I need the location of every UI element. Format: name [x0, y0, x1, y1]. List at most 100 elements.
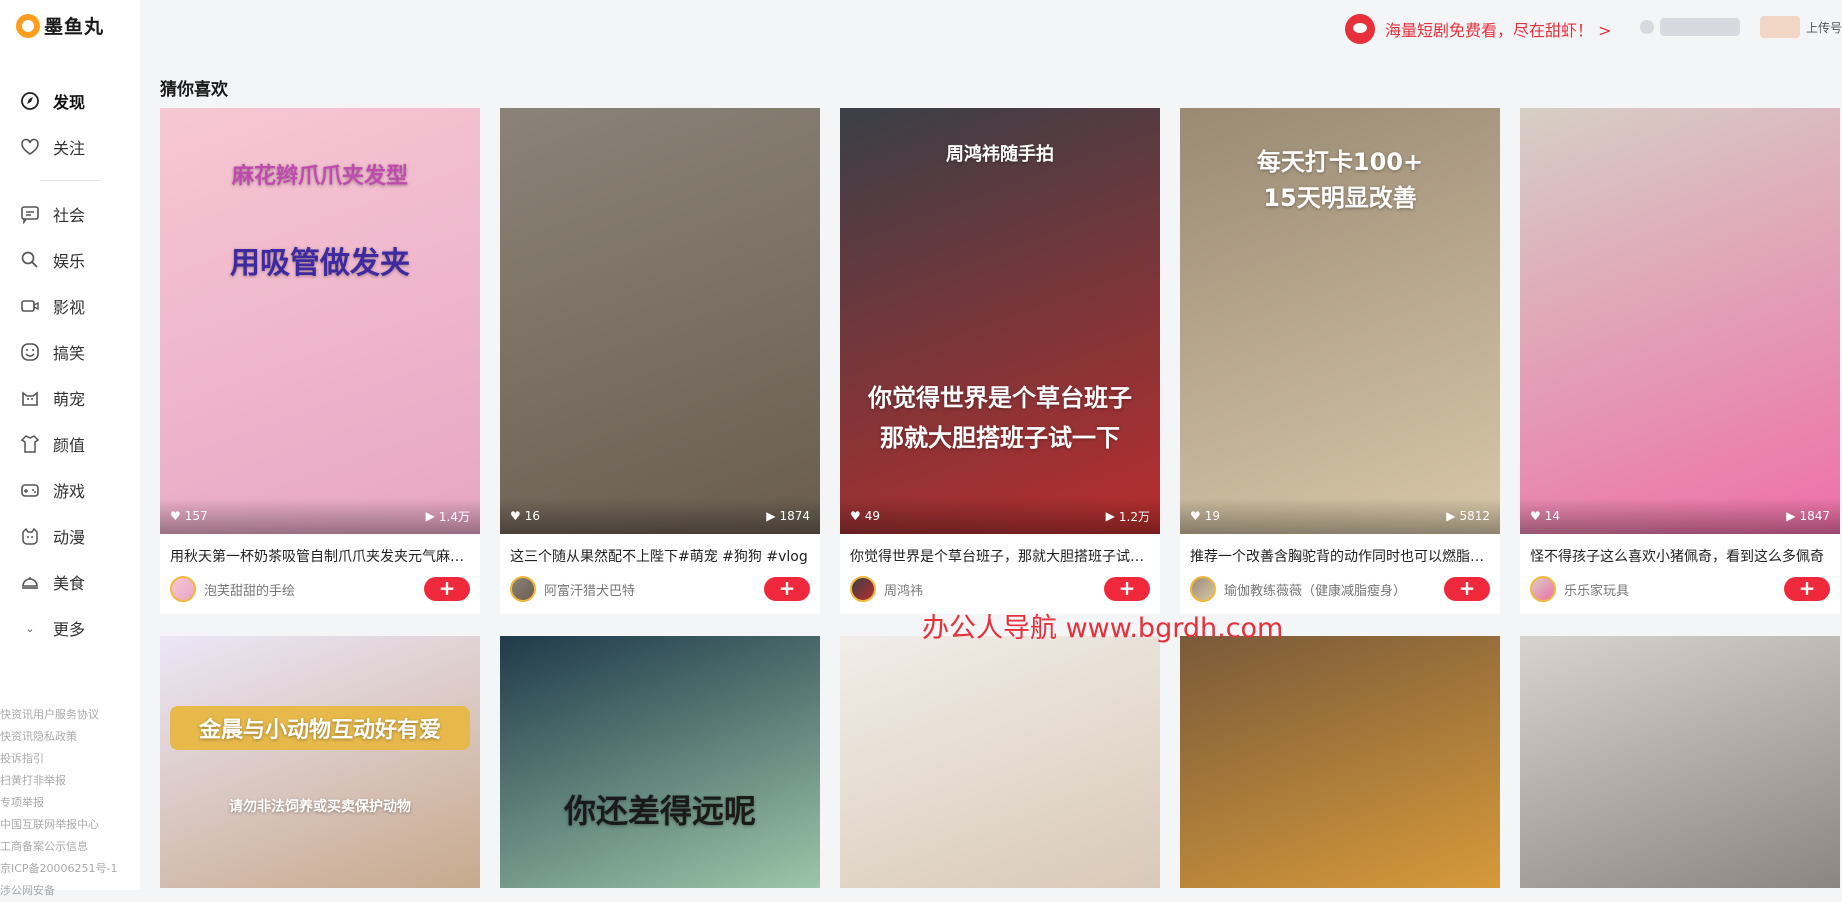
- play-icon: ▶: [425, 509, 435, 523]
- video-thumbnail[interactable]: 每天打卡100+ 15天明显改善 ♥ 19 ▶ 5812: [1180, 108, 1500, 534]
- avatar[interactable]: [1530, 576, 1556, 602]
- thumbnail-caption: 你觉得世界是个草台班子: [868, 384, 1132, 412]
- play-icon: ▶: [766, 509, 776, 523]
- footer-link[interactable]: 工商备案公示信息: [0, 836, 140, 858]
- logo-icon: [16, 13, 40, 38]
- follow-button[interactable]: +: [1784, 577, 1830, 601]
- heart-icon: ♥: [850, 509, 861, 523]
- likes: ♥ 157: [170, 509, 208, 523]
- video-thumbnail[interactable]: ♥ 16 ▶ 1874: [500, 108, 820, 534]
- video-card[interactable]: ♥ 14 ▶ 1847 怪不得孩子这么喜欢小猪佩奇，看到这么多佩奇乐乐家玩具 +: [1520, 108, 1840, 614]
- anime-face-icon: [19, 525, 41, 547]
- video-thumbnail[interactable]: [1520, 636, 1840, 888]
- nav-list: 发现关注社会娱乐影视搞笑萌宠 颜值 游戏 动漫 美食 ⌄ 更多: [0, 78, 140, 651]
- footer-link[interactable]: 中国互联网举报中心: [0, 814, 140, 836]
- thumbnail-caption: 请勿非法饲养或买卖保护动物: [229, 799, 411, 815]
- play-count: 1.4万: [438, 509, 470, 524]
- sidebar-item-6[interactable]: 萌宠: [0, 375, 140, 421]
- footer-link[interactable]: 扫黄打非举报: [0, 770, 140, 792]
- video-title[interactable]: 推荐一个改善含胸驼背的动作同时也可以燃脂瘦身: [1180, 534, 1500, 566]
- video-card[interactable]: [1180, 636, 1500, 888]
- video-card[interactable]: 周鸿祎随手拍 你觉得世界是个草台班子 那就大胆搭班子试一下 ♥ 49 ▶ 1.2万 你觉得世界…: [840, 108, 1160, 614]
- video-thumbnail[interactable]: [1180, 636, 1500, 888]
- footer-link[interactable]: 投诉指引: [0, 748, 140, 770]
- video-thumbnail[interactable]: 麻花辫爪爪夹发型 用吸管做发夹 ♥ 157 ▶ 1.4万: [160, 108, 480, 534]
- search-icon: [19, 249, 41, 271]
- likes: ♥ 16: [510, 509, 540, 523]
- author-row: 阿富汗猎犬巴特 +: [500, 566, 820, 614]
- video-card[interactable]: ♥ 16 ▶ 1874 这三个随从果然配不上陛下#萌宠 #狗狗 #vlog 阿富汗猎犬巴特…: [500, 108, 820, 614]
- sidebar-item-5[interactable]: 搞笑: [0, 329, 140, 375]
- play-count: 1.2万: [1118, 509, 1150, 524]
- sidebar-item-4[interactable]: 影视: [0, 283, 140, 329]
- author-name[interactable]: 周鸿祎: [884, 580, 1104, 599]
- sidebar-more[interactable]: ⌄ 更多: [0, 605, 140, 651]
- likes: ♥ 49: [850, 509, 880, 523]
- heart-icon: ♥: [510, 509, 521, 523]
- sidebar-item-0[interactable]: 发现: [0, 78, 140, 124]
- video-card[interactable]: 麻花辫爪爪夹发型 用吸管做发夹 ♥ 157 ▶ 1.4万 用秋天第一杯奶茶吸管自制爪爪夹发夹…: [160, 108, 480, 614]
- like-count: 14: [1544, 509, 1561, 523]
- video-card[interactable]: 金晨与小动物互动好有爱请勿非法饲养或买卖保护动物: [160, 636, 480, 888]
- plus-icon: +: [1458, 576, 1476, 600]
- thumbnail-caption: 金晨与小动物互动好有爱: [170, 706, 470, 750]
- avatar[interactable]: [1190, 576, 1216, 602]
- user-area[interactable]: 上传号: [1640, 16, 1842, 38]
- sidebar-item-label: 搞笑: [53, 344, 86, 363]
- video-thumbnail[interactable]: 周鸿祎随手拍 你觉得世界是个草台班子 那就大胆搭班子试一下 ♥ 49 ▶ 1.2万: [840, 108, 1160, 534]
- sidebar-item-label: 娱乐: [53, 252, 86, 271]
- video-grid: 麻花辫爪爪夹发型 用吸管做发夹 ♥ 157 ▶ 1.4万 用秋天第一杯奶茶吸管自制爪爪夹发夹…: [160, 108, 1840, 888]
- sidebar-item-7[interactable]: 颜值: [0, 421, 140, 467]
- video-thumbnail[interactable]: 金晨与小动物互动好有爱请勿非法饲养或买卖保护动物: [160, 636, 480, 888]
- author-name[interactable]: 乐乐家玩具: [1564, 580, 1784, 599]
- promo-text: 海量短剧免费看，尽在甜虾！ >: [1385, 21, 1612, 40]
- avatar[interactable]: [170, 576, 196, 602]
- video-title[interactable]: 用秋天第一杯奶茶吸管自制爪爪夹发夹元气麻花辫: [160, 534, 480, 566]
- follow-button[interactable]: +: [1444, 577, 1490, 601]
- heart-icon: ♥: [170, 509, 181, 523]
- footer-links: 快资讯用户服务协议 快资讯隐私政策 投诉指引 扫黄打非举报 专项举报 中国互联网举报中心工…: [0, 704, 140, 902]
- footer-link[interactable]: 京ICP备20006251号-1: [0, 858, 140, 880]
- avatar[interactable]: [850, 576, 876, 602]
- sidebar-item-9[interactable]: 动漫: [0, 513, 140, 559]
- chat-icon: [19, 203, 41, 225]
- footer-link[interactable]: 专项举报: [0, 792, 140, 814]
- author-name[interactable]: 阿富汗猎犬巴特: [544, 580, 764, 599]
- promo-banner[interactable]: 海量短剧免费看，尽在甜虾！ >: [1345, 14, 1612, 44]
- plays: ▶ 1.4万: [426, 508, 470, 525]
- footer-link[interactable]: 涉公网安备: [0, 880, 140, 902]
- video-thumbnail[interactable]: [840, 636, 1160, 888]
- plus-icon: +: [1118, 576, 1136, 600]
- author-name[interactable]: 瑜伽教练薇薇（健康减脂瘦身）: [1224, 580, 1444, 599]
- video-thumbnail[interactable]: 你还差得远呢: [500, 636, 820, 888]
- plus-icon: +: [778, 576, 796, 600]
- follow-button[interactable]: +: [1104, 577, 1150, 601]
- video-card[interactable]: 你还差得远呢: [500, 636, 820, 888]
- video-card[interactable]: [840, 636, 1160, 888]
- video-card[interactable]: [1520, 636, 1840, 888]
- follow-button[interactable]: +: [764, 577, 810, 601]
- play-count: 5812: [1459, 509, 1490, 523]
- sidebar-item-1[interactable]: 关注: [0, 124, 140, 170]
- sidebar-item-8[interactable]: 游戏: [0, 467, 140, 513]
- avatar[interactable]: [510, 576, 536, 602]
- video-thumbnail[interactable]: ♥ 14 ▶ 1847: [1520, 108, 1840, 534]
- logo[interactable]: 墨鱼丸: [16, 12, 104, 39]
- author-row: 泡芙甜甜的手绘 +: [160, 566, 480, 614]
- video-stats: ♥ 157 ▶ 1.4万: [160, 498, 480, 534]
- video-card[interactable]: 每天打卡100+ 15天明显改善 ♥ 19 ▶ 5812 推荐一个改善含胸驼背的动作同时也可…: [1180, 108, 1500, 614]
- sidebar-item-2[interactable]: 社会: [0, 191, 140, 237]
- sidebar-more-label: 更多: [53, 620, 86, 639]
- video-title[interactable]: 怪不得孩子这么喜欢小猪佩奇，看到这么多佩奇: [1520, 534, 1840, 566]
- video-title[interactable]: 你觉得世界是个草台班子，那就大胆搭班子试一下: [840, 534, 1160, 566]
- tshirt-icon: [19, 433, 41, 455]
- video-title[interactable]: 这三个随从果然配不上陛下#萌宠 #狗狗 #vlog: [500, 534, 820, 566]
- likes: ♥ 14: [1530, 509, 1560, 523]
- author-name[interactable]: 泡芙甜甜的手绘: [204, 580, 424, 599]
- sidebar-item-10[interactable]: 美食: [0, 559, 140, 605]
- sidebar-item-3[interactable]: 娱乐: [0, 237, 140, 283]
- sidebar-item-label: 发现: [53, 93, 86, 112]
- follow-button[interactable]: +: [424, 577, 470, 601]
- footer-link[interactable]: 快资讯隐私政策: [0, 726, 140, 748]
- footer-link[interactable]: 快资讯用户服务协议: [0, 704, 140, 726]
